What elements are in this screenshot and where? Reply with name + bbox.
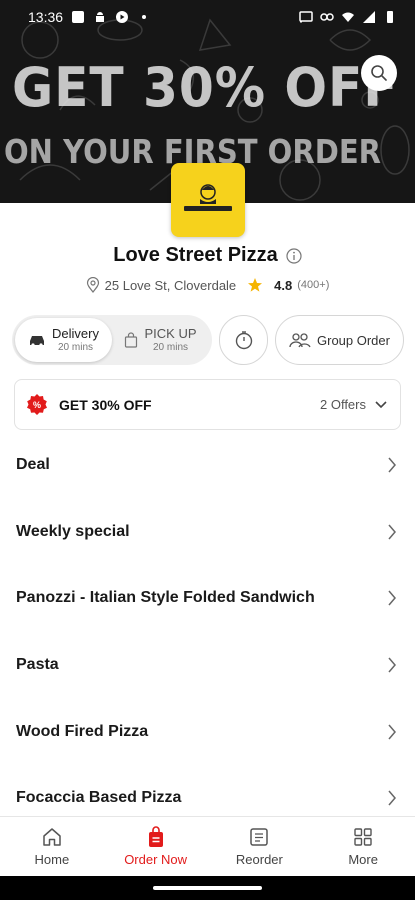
delivery-label: Delivery xyxy=(52,326,99,342)
chevron-right-icon xyxy=(388,524,396,540)
car-icon xyxy=(30,336,45,347)
menu-category-weekly-special[interactable]: Weekly special xyxy=(0,499,415,566)
status-bar: 13:36 xyxy=(0,0,415,34)
nav-home[interactable]: Home xyxy=(0,817,104,876)
chevron-right-icon xyxy=(388,724,396,740)
chevron-right-icon xyxy=(388,657,396,673)
search-button[interactable] xyxy=(361,55,397,91)
chevron-down-icon xyxy=(375,400,387,408)
pickup-option[interactable]: PICK UP 20 mins xyxy=(112,318,209,362)
info-icon[interactable] xyxy=(286,247,302,264)
menu-category-label: Weekly special xyxy=(16,522,130,540)
location-pin-icon xyxy=(86,277,99,293)
search-icon xyxy=(371,65,387,81)
pickup-time: 20 mins xyxy=(152,341,188,353)
system-gesture-bar xyxy=(0,876,415,900)
store-address: 25 Love St, Cloverdale xyxy=(104,277,237,293)
nav-more[interactable]: More xyxy=(311,817,415,876)
pickup-label: PICK UP xyxy=(144,326,197,342)
shopping-bag-icon xyxy=(125,332,138,348)
chevron-right-icon xyxy=(388,790,396,806)
delivery-time: 20 mins xyxy=(57,341,93,353)
nav-order-now[interactable]: Order Now xyxy=(104,817,208,876)
discount-badge-text: % xyxy=(33,400,41,410)
menu-category-label: Deal xyxy=(16,456,50,474)
grid-more-icon xyxy=(354,828,372,846)
menu-category-label: Focaccia Based Pizza xyxy=(16,789,182,807)
order-bag-icon xyxy=(148,826,163,847)
nav-home-label: Home xyxy=(34,852,70,867)
nav-more-label: More xyxy=(348,852,378,867)
status-time: 13:36 xyxy=(28,9,64,25)
bottom-navigation: Home Order Now Reorder More xyxy=(0,816,415,876)
group-people-icon xyxy=(289,333,311,348)
schedule-button[interactable] xyxy=(219,315,268,365)
rating-count: (400+) xyxy=(297,279,330,291)
gallery-notification-icon xyxy=(72,11,85,23)
nav-reorder[interactable]: Reorder xyxy=(208,817,312,876)
home-icon xyxy=(43,828,61,846)
offer-count: 2 Offers xyxy=(319,397,366,412)
signal-icon xyxy=(363,11,375,23)
store-header: Love Street Pizza xyxy=(0,244,415,267)
battery-icon xyxy=(387,11,393,23)
discount-badge-icon: % xyxy=(25,393,49,417)
store-name: Love Street Pizza xyxy=(113,244,278,266)
timer-icon xyxy=(235,331,252,350)
chevron-right-icon xyxy=(388,590,396,606)
store-rating: 4.8 xyxy=(274,277,293,293)
cast-icon xyxy=(299,11,313,23)
nav-reorder-label: Reorder xyxy=(235,852,283,867)
group-order-button[interactable]: Group Order xyxy=(275,315,404,365)
android-notification-icon xyxy=(96,12,105,22)
group-order-label: Group Order xyxy=(317,332,390,348)
receipt-icon xyxy=(250,828,269,846)
play-notification-icon xyxy=(116,11,129,23)
delivery-option[interactable]: Delivery 20 mins xyxy=(15,318,112,362)
store-info-row: 25 Love St, Cloverdale 4.8 (400+) xyxy=(0,277,415,293)
offers-bar[interactable]: % GET 30% OFF 2 Offers xyxy=(14,379,401,430)
star-icon xyxy=(248,278,263,292)
menu-category-wood-fired-pizza[interactable]: Wood Fired Pizza xyxy=(0,698,415,765)
menu-category-pasta[interactable]: Pasta xyxy=(0,632,415,699)
store-logo xyxy=(171,163,245,237)
promo-headline: GET 30% OFF xyxy=(12,56,399,119)
menu-category-label: Pasta xyxy=(16,656,59,674)
menu-category-deal[interactable]: Deal xyxy=(0,432,415,499)
pizza-chef-logo-icon xyxy=(184,184,232,211)
nav-order-now-label: Order Now xyxy=(124,852,188,867)
menu-category-panozzi[interactable]: Panozzi - Italian Style Folded Sandwich xyxy=(0,565,415,632)
menu-category-list: Deal Weekly special Panozzi - Italian St… xyxy=(0,432,415,832)
menu-category-label: Wood Fired Pizza xyxy=(16,722,149,740)
chevron-right-icon xyxy=(388,457,396,473)
wifi-icon xyxy=(342,12,354,22)
order-mode-toggle: Delivery 20 mins PICK UP 20 mins xyxy=(12,315,212,365)
offer-title: GET 30% OFF xyxy=(59,396,152,413)
more-notifications-dot-icon xyxy=(142,15,147,19)
link-icon xyxy=(320,13,334,21)
home-gesture-handle[interactable] xyxy=(153,886,262,890)
menu-category-label: Panozzi - Italian Style Folded Sandwich xyxy=(16,589,315,607)
